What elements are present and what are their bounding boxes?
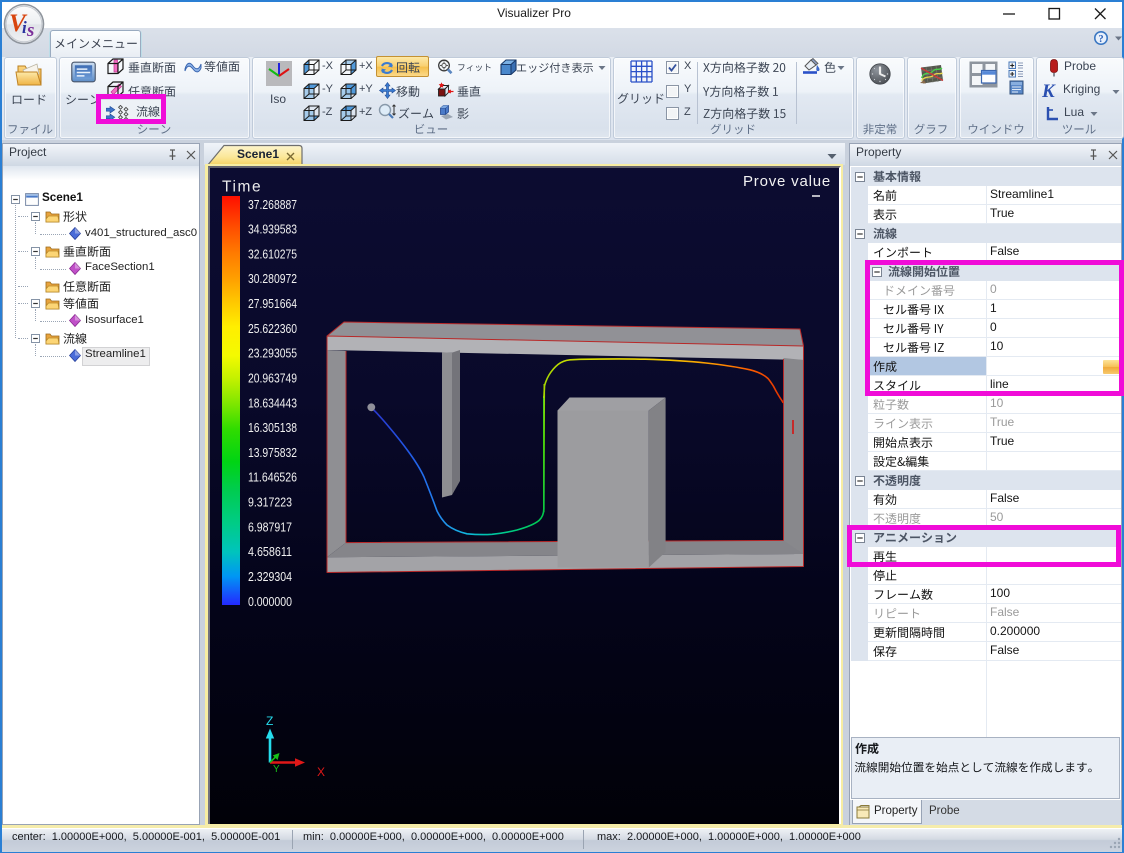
svg-text:37.268887: 37.268887 <box>248 197 297 212</box>
svg-text:X: X <box>317 765 325 779</box>
svg-text:Z: Z <box>266 714 273 728</box>
svg-text:s: s <box>26 20 34 41</box>
svg-text:32.610275: 32.610275 <box>248 246 297 261</box>
svg-text:27.951664: 27.951664 <box>248 296 297 311</box>
svg-text:30.280972: 30.280972 <box>248 271 297 286</box>
svg-text:Y: Y <box>273 764 280 775</box>
svg-text:23.293055: 23.293055 <box>248 346 297 361</box>
svg-text:13.975832: 13.975832 <box>248 445 297 460</box>
svg-text:20.963749: 20.963749 <box>248 371 297 386</box>
svg-text:25.622360: 25.622360 <box>248 321 297 336</box>
svg-text:Time: Time <box>222 179 262 196</box>
svg-text:6.987917: 6.987917 <box>248 519 292 534</box>
svg-text:11.646526: 11.646526 <box>248 470 297 485</box>
svg-text:9.317223: 9.317223 <box>248 495 292 510</box>
svg-text:4.658611: 4.658611 <box>248 544 292 559</box>
svg-text:16.305138: 16.305138 <box>248 420 297 435</box>
svg-text:0.000000: 0.000000 <box>248 594 292 609</box>
svg-text:2.329304: 2.329304 <box>248 569 292 584</box>
svg-text:34.939583: 34.939583 <box>248 222 297 237</box>
svg-text:Prove value: Prove value <box>743 173 831 190</box>
svg-text:?: ? <box>1098 34 1103 45</box>
svg-text:18.634443: 18.634443 <box>248 395 297 410</box>
svg-text:K: K <box>1042 83 1056 100</box>
